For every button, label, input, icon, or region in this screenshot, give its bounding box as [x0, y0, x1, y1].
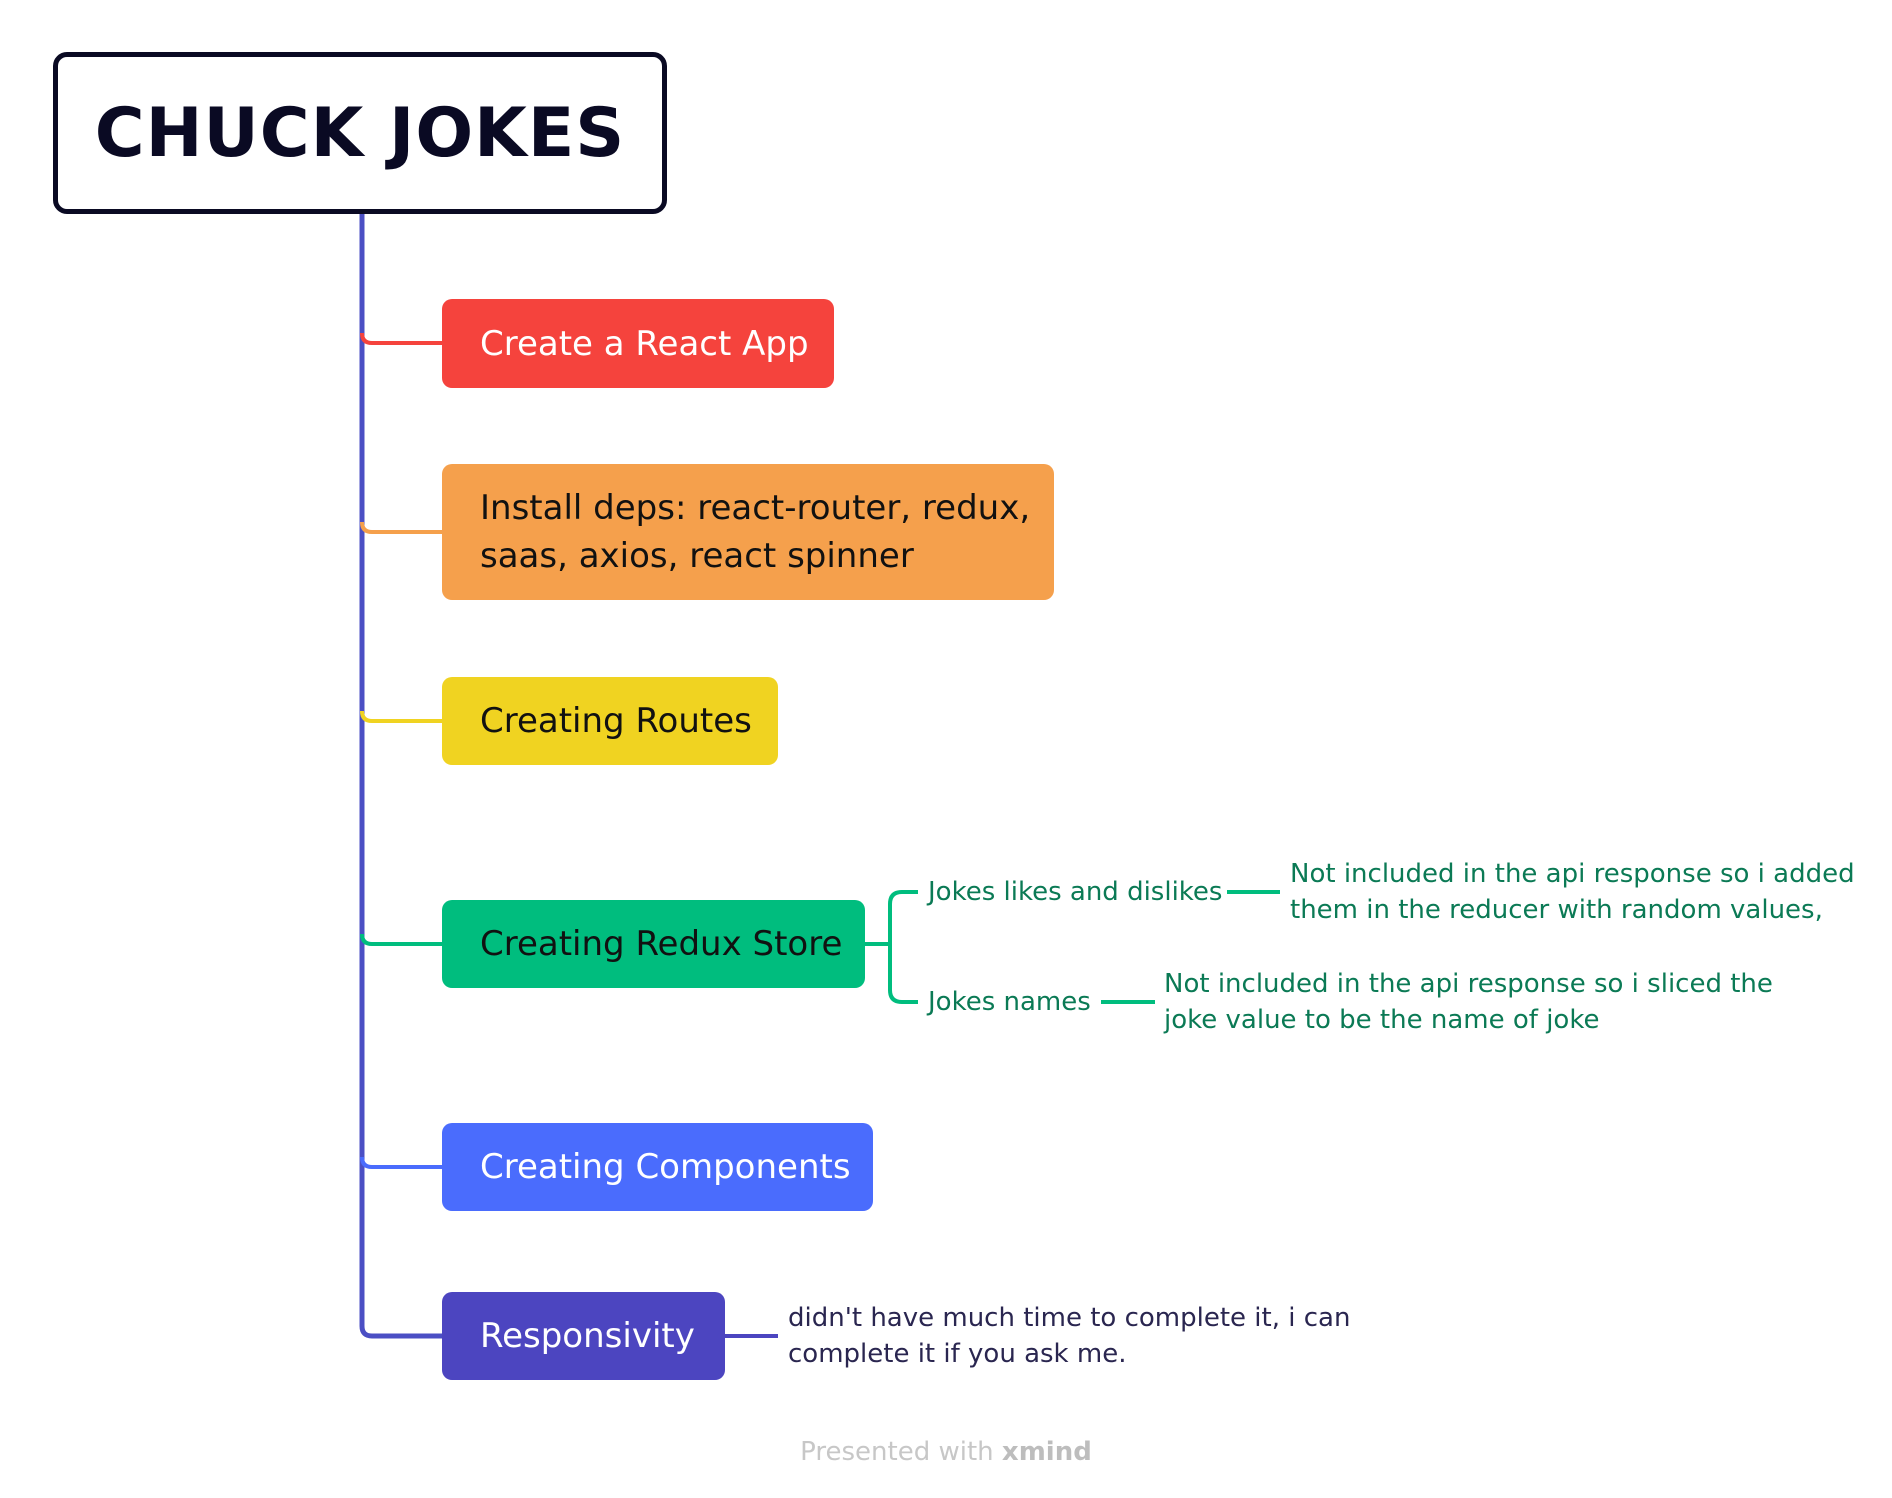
branch-react-app	[360, 332, 442, 345]
topic-install-deps[interactable]: Install deps: react-router, redux, saas,…	[442, 464, 1054, 600]
topic-label: Creating Components	[480, 1147, 851, 1187]
branch-redux	[360, 933, 442, 946]
redux-bracket	[865, 890, 918, 1004]
branch-components	[360, 1156, 442, 1169]
subtopic-label: Jokes names	[928, 987, 1091, 1017]
root-title: CHUCK JOKES	[94, 93, 626, 173]
topic-label: Create a React App	[480, 323, 809, 364]
branch-install-deps	[360, 521, 442, 534]
branch-routes	[360, 710, 442, 723]
topic-label: Creating Redux Store	[480, 924, 843, 964]
footer-prefix: Presented with	[800, 1437, 994, 1467]
note-jokes-likes[interactable]: Not included in the api response so i ad…	[1290, 856, 1855, 928]
topic-label-line2: saas, axios, react spinner	[480, 536, 914, 576]
topic-creating-components[interactable]: Creating Components	[442, 1123, 873, 1211]
topic-responsivity[interactable]: Responsivity	[442, 1292, 725, 1380]
subtopic-jokes-names[interactable]: Jokes names	[928, 984, 1091, 1020]
note-line1: Not included in the api response so i sl…	[1164, 969, 1773, 999]
topic-creating-routes[interactable]: Creating Routes	[442, 677, 778, 765]
root-topic[interactable]: CHUCK JOKES	[53, 52, 667, 214]
note-line2: them in the reducer with random values,	[1290, 895, 1823, 925]
topic-label: Responsivity	[480, 1316, 695, 1356]
note-line1: didn't have much time to complete it, i …	[788, 1303, 1351, 1333]
note-line1: Not included in the api response so i ad…	[1290, 859, 1855, 889]
note-responsivity[interactable]: didn't have much time to complete it, i …	[788, 1300, 1350, 1372]
topic-creating-redux-store[interactable]: Creating Redux Store	[442, 900, 865, 988]
note-line2: complete it if you ask me.	[788, 1339, 1127, 1369]
topic-label-line1: Install deps: react-router, redux,	[480, 488, 1031, 528]
topic-label: Creating Routes	[480, 701, 752, 741]
note-jokes-names[interactable]: Not included in the api response so i sl…	[1164, 966, 1773, 1038]
subtopic-label: Jokes likes and dislikes	[928, 877, 1223, 907]
connector-lines	[359, 214, 1280, 1339]
footer-attribution: Presented with xmind	[0, 1437, 1892, 1467]
note-line2: joke value to be the name of joke	[1164, 1005, 1600, 1035]
footer-brand: xmind	[1001, 1437, 1092, 1467]
subtopic-jokes-likes[interactable]: Jokes likes and dislikes	[928, 874, 1222, 910]
topic-create-react-app[interactable]: Create a React App	[442, 299, 834, 388]
